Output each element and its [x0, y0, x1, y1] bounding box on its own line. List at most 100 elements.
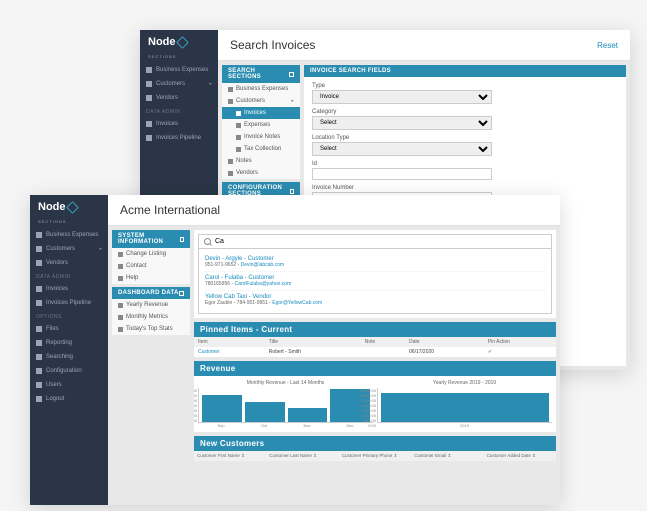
menu-icon	[36, 340, 42, 346]
item-icon	[228, 87, 233, 92]
sidebar-item[interactable]: Business Expenses	[30, 228, 108, 242]
chevron-right-icon: ▸	[209, 81, 212, 87]
hex-icon	[66, 201, 79, 214]
collapse-icon[interactable]	[290, 189, 294, 194]
column-header[interactable]: Customer Primary Phone ⇕	[339, 451, 411, 461]
panel-title: Revenue	[200, 364, 235, 373]
panel-header: SEARCH SECTIONS	[222, 65, 300, 83]
collapse-icon[interactable]	[179, 291, 184, 296]
sub-list-item[interactable]: Yearly Revenue	[112, 299, 190, 311]
sub-item-label: Monthly Metrics	[126, 314, 168, 320]
sidebar-item-label: Business Expenses	[46, 232, 98, 238]
sidebar-item[interactable]: Vendors	[30, 256, 108, 270]
sidebar-item-label: Files	[46, 326, 59, 332]
sidebar-item-label: Logout	[46, 396, 64, 402]
cell[interactable]: Customer	[194, 347, 265, 357]
menu-icon	[146, 95, 152, 101]
sub-list-item[interactable]: Invoice Notes	[222, 131, 300, 143]
type-select[interactable]: Invoice	[312, 90, 492, 104]
sub-list-item[interactable]: Tax Collection	[222, 143, 300, 155]
collapse-icon[interactable]	[289, 72, 294, 77]
chart-bars: 1,200.001,000.00800.00600.00400.00200.00…	[198, 388, 373, 423]
id-input[interactable]	[312, 168, 492, 180]
column-header[interactable]: Customer Last Name ⇕	[266, 451, 338, 461]
menu-icon	[36, 396, 42, 402]
result-detail: 951-971-9652 - Devin@labcab.com	[205, 262, 545, 268]
sub-item-label: Yearly Revenue	[126, 302, 168, 308]
sidebar-item[interactable]: Logout	[30, 392, 108, 406]
sidebar-item[interactable]: Customers▸	[30, 242, 108, 256]
menu-icon	[146, 81, 152, 87]
sidebar-item-label: Users	[46, 382, 62, 388]
category-select[interactable]: Select	[312, 116, 492, 130]
search-input[interactable]	[215, 238, 546, 245]
search-result[interactable]: Devin - Argyle - Customer951-971-9652 - …	[205, 253, 545, 272]
sub-item-label: Contact	[126, 263, 147, 269]
sidebar-item[interactable]: Reporting	[30, 336, 108, 350]
sidebar-item[interactable]: Business Expenses	[140, 63, 218, 77]
sidebar-item[interactable]: Invoices Pipeline	[140, 131, 218, 145]
sub-list-item[interactable]: Help	[112, 272, 190, 284]
sidebar-item[interactable]: Customers▸	[140, 77, 218, 91]
item-icon	[118, 303, 123, 308]
sub-item-label: Invoice Notes	[244, 134, 280, 140]
panel-title: SYSTEM INFORMATION	[118, 233, 180, 245]
sidebar-item[interactable]: Vendors	[140, 91, 218, 105]
cell	[361, 347, 405, 357]
column-header[interactable]: Date	[405, 337, 484, 347]
item-icon	[118, 264, 123, 269]
column-header[interactable]: Customer First Name ⇕	[194, 451, 266, 461]
field-category: Category Select	[312, 109, 618, 130]
sidebar-section-label: DATA ADMIN	[140, 105, 218, 117]
column-header[interactable]: Pin Action	[484, 337, 556, 347]
column-header[interactable]: Note	[361, 337, 405, 347]
location-select[interactable]: Select	[312, 142, 492, 156]
sub-item-label: Notes	[236, 158, 252, 164]
menu-icon	[146, 121, 152, 127]
dashboard-data-panel: DASHBOARD DATA Yearly Revenue Monthly Met…	[112, 287, 190, 335]
menu-icon	[146, 67, 152, 73]
search-result[interactable]: Yellow Cab Taxi - VendorEgor Zaubin - 78…	[205, 291, 545, 309]
sub-list-item[interactable]: Contact	[112, 260, 190, 272]
sub-list-item[interactable]: Customers▸	[222, 95, 300, 107]
sub-list-item[interactable]: Monthly Metrics	[112, 311, 190, 323]
chart-title: Yearly Revenue 2019 - 2019	[377, 380, 552, 386]
chevron-right-icon: ▸	[291, 98, 294, 104]
sub-list-item[interactable]: Vendors	[222, 167, 300, 179]
column-header[interactable]: Item	[194, 337, 265, 347]
x-axis: SepOctNovDec	[198, 423, 373, 428]
sub-list-item[interactable]: Invoices	[222, 107, 300, 119]
brand-text: Node	[148, 36, 176, 48]
item-icon	[236, 147, 241, 152]
cell: Robert - Smith	[265, 347, 361, 357]
sub-list-item[interactable]: Business Expenses	[222, 83, 300, 95]
sidebar-item[interactable]: Files	[30, 322, 108, 336]
x-axis: 2019	[377, 423, 552, 428]
sidebar-item[interactable]: Invoices	[30, 282, 108, 296]
sub-list-item[interactable]: Expenses	[222, 119, 300, 131]
sub-list-item[interactable]: Today's Top Stats	[112, 323, 190, 335]
reset-link[interactable]: Reset	[597, 41, 618, 50]
chart: Yearly Revenue 2019 - 20193,500.003,000.…	[377, 380, 552, 428]
sidebar-item[interactable]: Users	[30, 378, 108, 392]
sidebar-item[interactable]: Searching	[30, 350, 108, 364]
column-header[interactable]: Title	[265, 337, 361, 347]
titlebar: Acme International	[108, 195, 560, 226]
item-icon	[236, 123, 241, 128]
menu-icon	[36, 286, 42, 292]
sidebar-item[interactable]: Invoices	[140, 117, 218, 131]
sidebar-item[interactable]: Configuration	[30, 364, 108, 378]
field-location: Location Type Select	[312, 135, 618, 156]
search-result[interactable]: Carol - Fulaba - Customer780165956 - Car…	[205, 272, 545, 291]
sidebar-item[interactable]: Invoices Pipeline	[30, 296, 108, 310]
item-icon	[228, 171, 233, 176]
column-header[interactable]: Customer Email ⇕	[411, 451, 483, 461]
panel-header: DASHBOARD DATA	[112, 287, 190, 299]
collapse-icon[interactable]	[180, 237, 185, 242]
sub-list-item[interactable]: Notes	[222, 155, 300, 167]
menu-icon	[36, 368, 42, 374]
sub-list-item[interactable]: Change Listing	[112, 248, 190, 260]
column-header[interactable]: Customer Added Date ⇕	[484, 451, 556, 461]
sidebar-item-label: Invoices Pipeline	[156, 135, 201, 141]
window-acme: Node SECTIONS Business ExpensesCustomers…	[30, 195, 560, 505]
